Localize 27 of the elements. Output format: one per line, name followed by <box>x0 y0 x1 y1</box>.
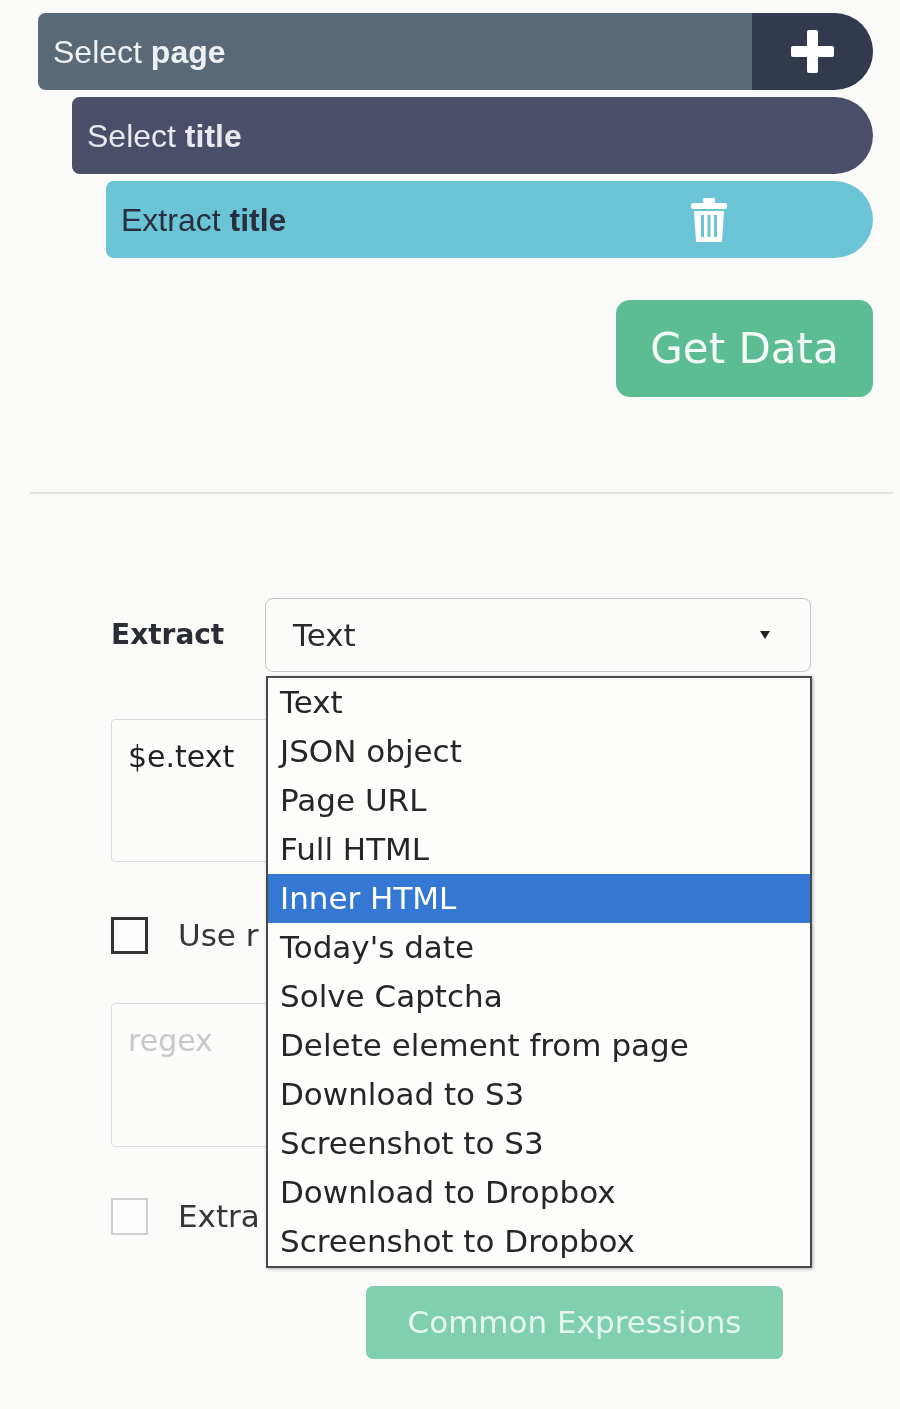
dropdown-option[interactable]: Delete element from page <box>268 1021 810 1070</box>
checkbox-label: Extra <box>178 1197 260 1237</box>
add-button[interactable] <box>752 13 873 90</box>
dropdown-option[interactable]: Page URL <box>268 776 810 825</box>
step-label: Select title <box>86 116 242 156</box>
step-label: Select page <box>52 32 226 72</box>
dropdown-option[interactable]: Screenshot to Dropbox <box>268 1217 810 1266</box>
extract-label: Extract <box>111 617 226 653</box>
step-label: Extract title <box>120 200 287 240</box>
dropdown-option[interactable]: Download to S3 <box>268 1070 810 1119</box>
caret-icon <box>760 631 770 639</box>
dropdown-option[interactable]: Text <box>268 678 810 727</box>
dropdown-option[interactable]: Screenshot to S3 <box>268 1119 810 1168</box>
checkbox[interactable] <box>111 917 148 954</box>
select-value: Text <box>293 615 356 655</box>
dropdown-option[interactable]: JSON object <box>268 727 810 776</box>
dropdown-option[interactable]: Today's date <box>268 923 810 972</box>
checkbox-label: Use r <box>178 916 259 956</box>
step-bar[interactable]: Select page <box>38 13 873 90</box>
dropdown-option[interactable]: Inner HTML <box>268 874 810 923</box>
step-bar[interactable]: Extract title <box>106 181 873 258</box>
step-bar[interactable]: Select title <box>72 97 873 174</box>
dropdown-option[interactable]: Full HTML <box>268 825 810 874</box>
plus-icon <box>791 30 834 73</box>
dropdown-option[interactable]: Solve Captcha <box>268 972 810 1021</box>
dropdown-option[interactable]: Download to Dropbox <box>268 1168 810 1217</box>
extract-select[interactable]: Text <box>265 598 811 672</box>
